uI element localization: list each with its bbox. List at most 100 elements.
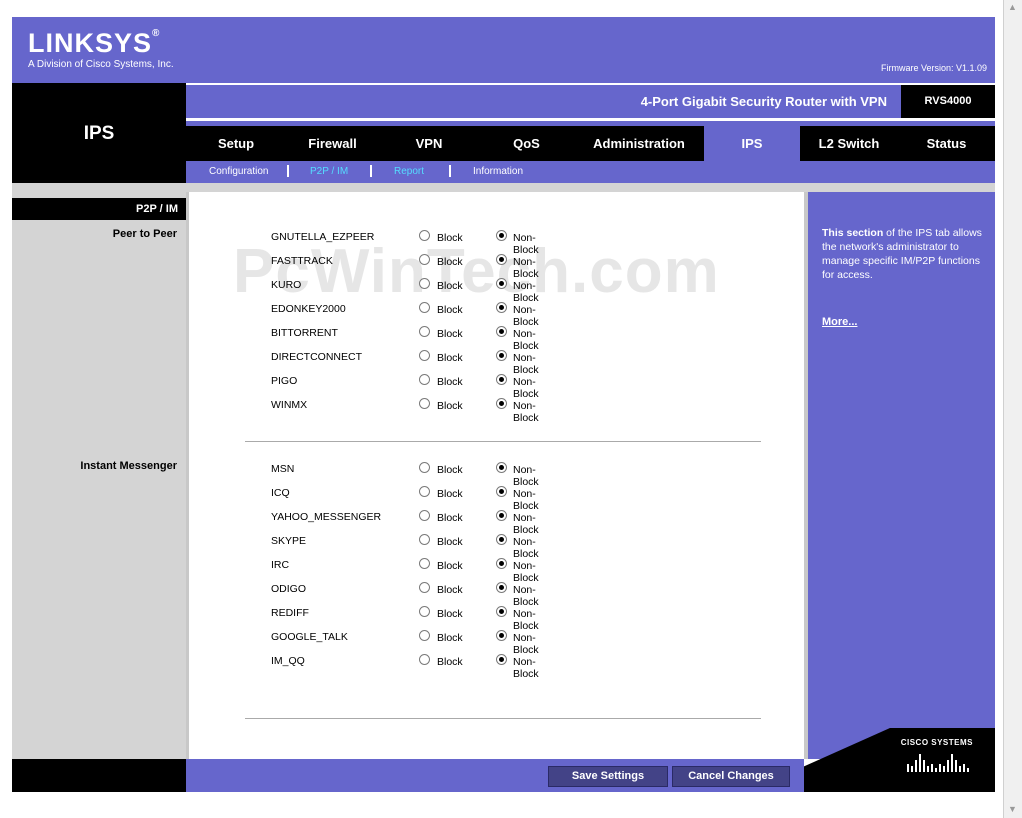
non-block-radio[interactable] (496, 350, 507, 361)
subtab-report[interactable]: Report (394, 166, 424, 177)
non-block-radio[interactable] (496, 278, 507, 289)
non-block-label: Non-Block (513, 536, 539, 560)
protocol-name: GNUTELLA_EZPEER (271, 231, 375, 243)
tab-vpn[interactable]: VPN (379, 126, 479, 161)
non-block-radio[interactable] (496, 510, 507, 521)
non-block-radio[interactable] (496, 462, 507, 473)
non-block-label: Non-Block (513, 232, 539, 256)
linksys-logo: LINKSYS® (28, 28, 161, 58)
subtab-p2p-im[interactable]: P2P / IM (310, 166, 348, 177)
scroll-down-icon[interactable]: ▼ (1008, 804, 1017, 814)
cisco-logo-box: CISCO SYSTEMS (804, 728, 995, 792)
block-radio[interactable] (419, 278, 430, 289)
block-radio[interactable] (419, 606, 430, 617)
tab-ips[interactable]: IPS (704, 122, 800, 161)
tab-l2-switch[interactable]: L2 Switch (800, 126, 898, 161)
block-label: Block (437, 280, 463, 292)
protocol-name: GOOGLE_TALK (271, 631, 348, 643)
block-label: Block (437, 400, 463, 412)
block-radio[interactable] (419, 254, 430, 265)
non-block-radio[interactable] (496, 302, 507, 313)
block-radio[interactable] (419, 462, 430, 473)
non-block-radio[interactable] (496, 606, 507, 617)
footer-bar: Save Settings Cancel Changes (186, 759, 804, 792)
block-radio[interactable] (419, 630, 430, 641)
non-block-label: Non-Block (513, 512, 539, 536)
tab-firewall[interactable]: Firewall (286, 126, 379, 161)
non-block-radio[interactable] (496, 230, 507, 241)
tab-setup[interactable]: Setup (186, 126, 286, 161)
vertical-scrollbar[interactable]: ▲ ▼ (1003, 0, 1022, 818)
tab-qos[interactable]: QoS (479, 126, 574, 161)
save-settings-button[interactable]: Save Settings (548, 766, 668, 787)
non-block-radio[interactable] (496, 630, 507, 641)
section-title: IPS (83, 123, 115, 144)
block-radio[interactable] (419, 302, 430, 313)
block-label: Block (437, 584, 463, 596)
block-label: Block (437, 656, 463, 668)
block-label: Block (437, 608, 463, 620)
protocol-name: REDIFF (271, 607, 309, 619)
non-block-label: Non-Block (513, 488, 539, 512)
header-banner: LINKSYS® A Division of Cisco Systems, In… (12, 17, 995, 83)
instant-messenger-label: Instant Messenger (80, 460, 177, 472)
block-radio[interactable] (419, 230, 430, 241)
non-block-label: Non-Block (513, 328, 539, 352)
protocol-name: IRC (271, 559, 290, 571)
protocol-name: DIRECTCONNECT (271, 351, 362, 363)
left-heading-bar: P2P / IM (12, 198, 186, 220)
subnav-separator (287, 165, 289, 177)
non-block-radio[interactable] (496, 558, 507, 569)
divider (245, 441, 761, 442)
block-label: Block (437, 488, 463, 500)
subnav-separator (370, 165, 372, 177)
non-block-label: Non-Block (513, 400, 539, 424)
subtab-configuration[interactable]: Configuration (209, 166, 268, 177)
block-radio[interactable] (419, 486, 430, 497)
subtab-information[interactable]: Information (473, 166, 523, 177)
protocol-name: SKYPE (271, 535, 307, 547)
block-radio[interactable] (419, 534, 430, 545)
help-more-link[interactable]: More... (822, 316, 857, 328)
non-block-radio[interactable] (496, 486, 507, 497)
block-label: Block (437, 464, 463, 476)
tab-administration[interactable]: Administration (574, 126, 704, 161)
non-block-radio[interactable] (496, 254, 507, 265)
block-radio[interactable] (419, 350, 430, 361)
non-block-label: Non-Block (513, 560, 539, 584)
non-block-label: Non-Block (513, 632, 539, 656)
non-block-radio[interactable] (496, 654, 507, 665)
help-text: This section of the IPS tab allows the n… (822, 227, 982, 281)
logo-subtitle: A Division of Cisco Systems, Inc. (28, 59, 174, 70)
non-block-radio[interactable] (496, 534, 507, 545)
block-label: Block (437, 304, 463, 316)
non-block-label: Non-Block (513, 608, 539, 632)
block-label: Block (437, 512, 463, 524)
block-radio[interactable] (419, 558, 430, 569)
cancel-changes-button[interactable]: Cancel Changes (672, 766, 790, 787)
block-label: Block (437, 632, 463, 644)
tab-status[interactable]: Status (898, 126, 995, 161)
non-block-label: Non-Block (513, 280, 539, 304)
scroll-up-icon[interactable]: ▲ (1008, 2, 1017, 12)
non-block-radio[interactable] (496, 582, 507, 593)
model-box: RVS4000 (901, 85, 995, 118)
non-block-radio[interactable] (496, 326, 507, 337)
non-block-label: Non-Block (513, 656, 539, 680)
block-radio[interactable] (419, 326, 430, 337)
protocol-name: IM_QQ (271, 655, 305, 667)
non-block-radio[interactable] (496, 374, 507, 385)
non-block-label: Non-Block (513, 304, 539, 328)
block-radio[interactable] (419, 654, 430, 665)
non-block-radio[interactable] (496, 398, 507, 409)
block-radio[interactable] (419, 510, 430, 521)
block-radio[interactable] (419, 398, 430, 409)
protocol-name: KURO (271, 279, 302, 291)
block-radio[interactable] (419, 582, 430, 593)
firmware-version: Firmware Version: V1.1.09 (880, 63, 987, 73)
protocol-name: MSN (271, 463, 295, 475)
protocol-name: ICQ (271, 487, 290, 499)
protocol-name: PIGO (271, 375, 298, 387)
block-radio[interactable] (419, 374, 430, 385)
main-content: PcWinTech.com GNUTELLA_EZPEER Block Non-Bl… (186, 192, 804, 759)
